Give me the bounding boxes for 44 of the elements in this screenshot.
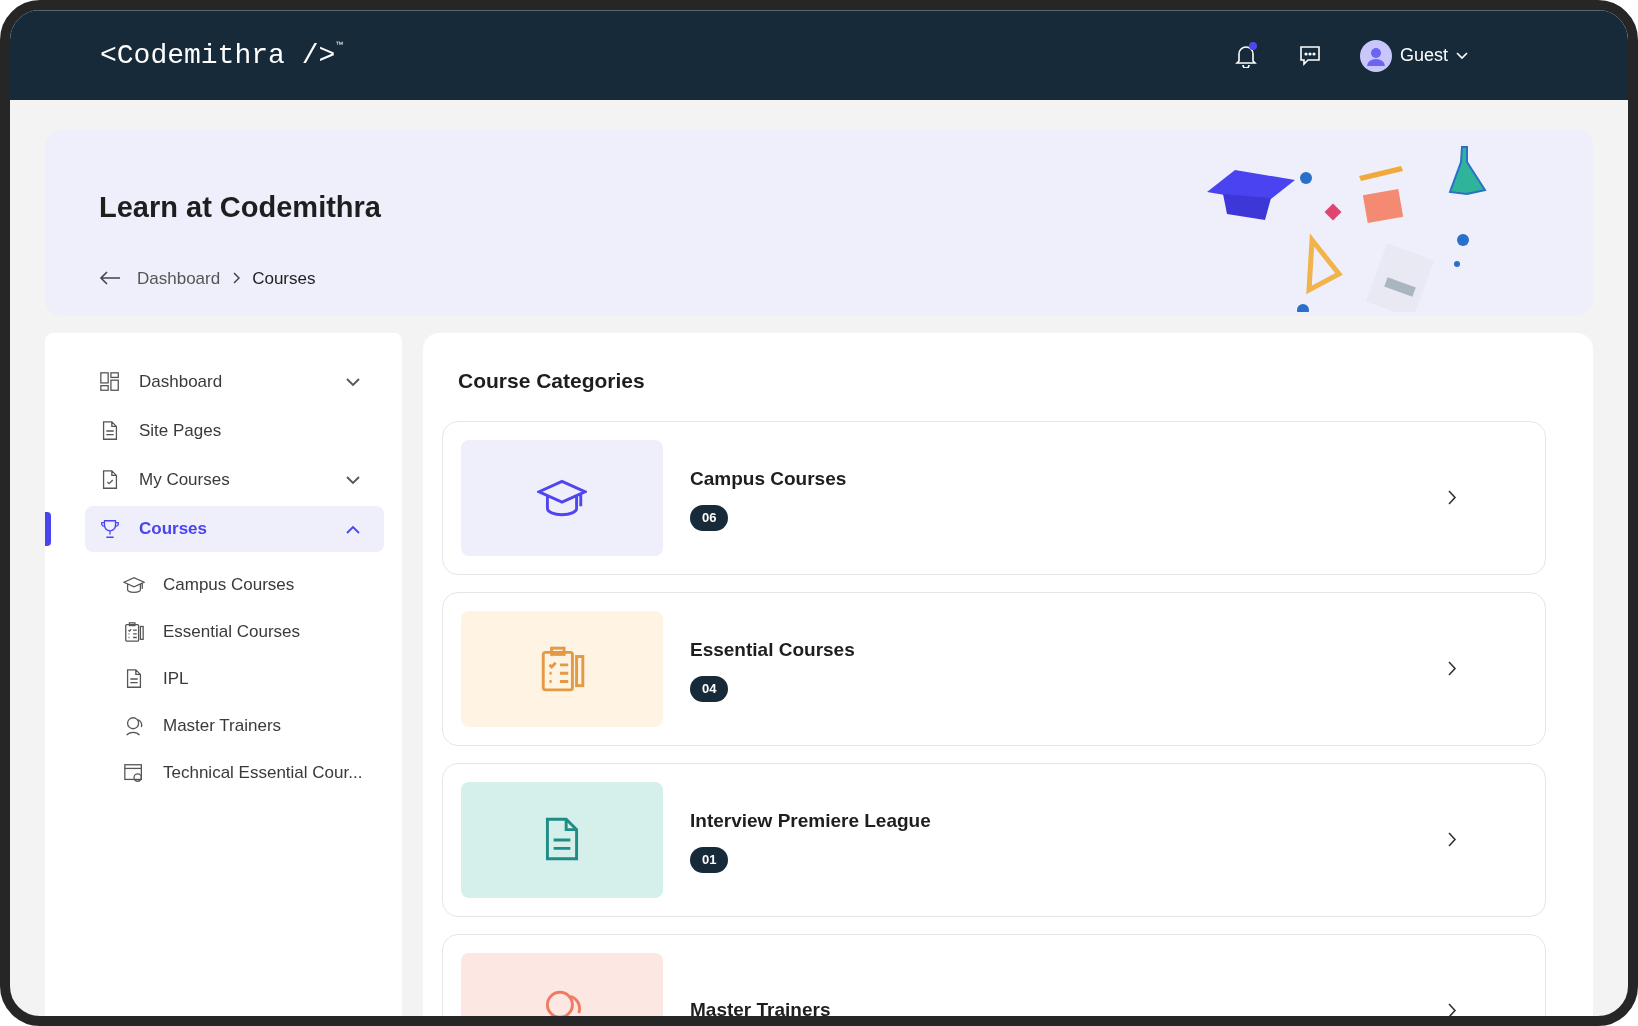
sidebar-item[interactable]: My Courses bbox=[85, 457, 384, 503]
chevron-right-icon bbox=[1448, 661, 1457, 676]
trademark-mark: ™ bbox=[335, 38, 344, 51]
chevron-right-icon bbox=[1448, 490, 1457, 505]
category-card[interactable]: Campus Courses 06 bbox=[442, 420, 1546, 575]
window-gear-icon bbox=[123, 761, 145, 784]
category-card[interactable]: Master Trainers bbox=[442, 933, 1546, 1016]
count-badge: 01 bbox=[690, 847, 729, 873]
logo[interactable]: <Codemithra /> bbox=[100, 34, 336, 77]
submenu-item[interactable]: Technical Essential Cour... bbox=[123, 749, 383, 796]
category-name: Interview Premiere League bbox=[690, 808, 931, 833]
category-card[interactable]: Interview Premiere League 01 bbox=[442, 762, 1546, 917]
sidebar-item[interactable]: Dashboard bbox=[85, 359, 384, 405]
user-menu[interactable]: Guest bbox=[1359, 39, 1468, 72]
trophy-icon bbox=[99, 518, 121, 540]
count-badge: 06 bbox=[690, 505, 729, 531]
submenu-item[interactable]: Campus Courses bbox=[123, 561, 383, 608]
category-name: Master Trainers bbox=[690, 998, 831, 1016]
category-name: Essential Courses bbox=[690, 637, 855, 662]
chevron-right-icon bbox=[232, 272, 241, 285]
avatar-icon bbox=[1359, 39, 1392, 72]
active-indicator bbox=[45, 512, 51, 546]
back-arrow-icon bbox=[99, 271, 121, 286]
person-icon bbox=[123, 714, 145, 737]
sidebar-item[interactable]: Courses bbox=[85, 506, 384, 552]
category-name: Campus Courses bbox=[690, 466, 847, 491]
submenu-item[interactable]: IPL bbox=[123, 655, 383, 702]
submenu-item[interactable]: Essential Courses bbox=[123, 608, 383, 655]
page-title: Learn at Codemithra bbox=[99, 190, 382, 225]
chevron-right-icon bbox=[1448, 832, 1457, 847]
chevron-down-icon bbox=[1456, 51, 1468, 60]
bell-icon bbox=[1234, 43, 1257, 68]
sidebar-item[interactable]: Site Pages bbox=[85, 408, 384, 454]
submenu-item[interactable]: Master Trainers bbox=[123, 702, 383, 749]
back-button[interactable] bbox=[99, 271, 121, 286]
chat-icon bbox=[1298, 44, 1321, 67]
grid-icon bbox=[99, 371, 121, 393]
breadcrumb-link[interactable]: Courses bbox=[252, 265, 316, 291]
count-badge: 04 bbox=[690, 676, 729, 702]
category-card[interactable]: Essential Courses 04 bbox=[442, 591, 1546, 746]
section-title: Course Categories bbox=[458, 368, 646, 394]
clipboard-icon bbox=[123, 620, 145, 643]
chevron-right-icon bbox=[1448, 1003, 1457, 1016]
breadcrumb-link[interactable]: Dashboard bbox=[137, 265, 221, 291]
